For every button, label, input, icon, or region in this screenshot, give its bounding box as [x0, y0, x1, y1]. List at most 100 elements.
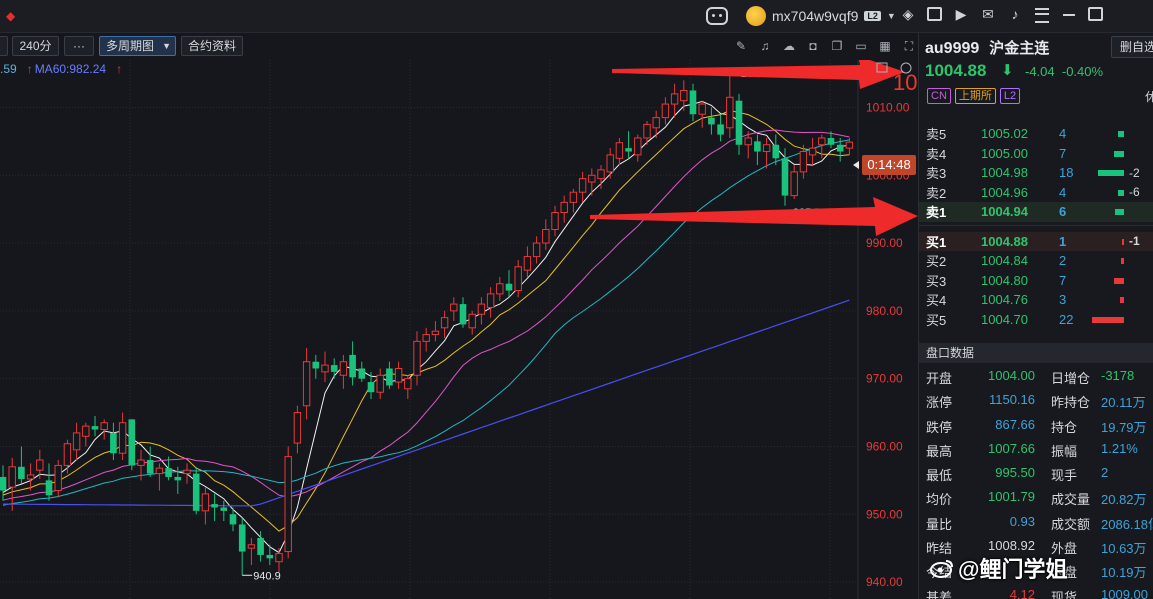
candle-body	[790, 171, 798, 197]
symbol-name: 沪金主连	[989, 40, 1050, 57]
ask-row[interactable]: 卖1 1004.94 6	[919, 202, 1153, 222]
pencil-icon[interactable]: ✎	[733, 38, 749, 54]
candle-body	[477, 303, 486, 315]
order-book-qty: 2	[1059, 253, 1067, 269]
stat-label: 现货	[1051, 589, 1078, 599]
candle-body	[542, 228, 550, 244]
assistant-robot-icon[interactable]	[706, 7, 728, 25]
multi-period-button[interactable]: 多周期图 ▼	[99, 36, 176, 56]
ask-row[interactable]: 卖3 1004.98 18 -2	[919, 163, 1153, 183]
stat-value: 995.50	[995, 465, 1035, 481]
stat-label: 最低	[926, 468, 953, 484]
order-book-qty: 18	[1059, 165, 1074, 181]
bid-row[interactable]: 买2 1004.84 2	[919, 251, 1153, 271]
alert-bell-icon[interactable]: ♫	[757, 38, 773, 54]
candle-body	[257, 537, 264, 555]
menu-icon[interactable]	[1034, 6, 1050, 23]
stat-value: 10.63万	[1101, 541, 1147, 557]
order-book-delta: -2	[1129, 165, 1140, 180]
candle-body	[514, 266, 522, 292]
order-book-qty: 1	[1059, 233, 1067, 249]
message-icon[interactable]: ✉	[980, 6, 996, 22]
current-price-pointer-icon	[853, 161, 859, 169]
volume-bar	[1092, 316, 1124, 323]
candle-body	[238, 524, 246, 552]
order-book-price: 1004.84	[981, 253, 1028, 269]
candle-body	[634, 137, 642, 156]
stats-row: 涨停 1150.16 昨持仓 20.11万	[919, 388, 1153, 412]
up-arrow-icon: ↑	[26, 62, 33, 76]
prev-period-button[interactable]	[0, 36, 8, 56]
volume-bar	[1120, 297, 1124, 303]
candle-body	[754, 141, 761, 152]
candle-body	[376, 374, 384, 393]
stat-label: 成交额	[1051, 516, 1091, 532]
stat-value: 2	[1101, 465, 1109, 481]
fullscreen-icon[interactable]: ⛶	[901, 38, 917, 54]
chart-tools: ✎ ♫ ☁ ◘ ❐ ▭ ▦ ⛶ »	[733, 38, 941, 54]
change-value: -4.04	[1025, 64, 1055, 79]
restore-icon[interactable]	[1088, 7, 1103, 21]
stat-value: -3178	[1101, 368, 1135, 383]
copy-icon[interactable]: ❐	[829, 38, 845, 54]
order-book-qty: 7	[1059, 272, 1067, 288]
ma60-value: MA60:982.24	[34, 62, 107, 76]
monitor-icon[interactable]: ▭	[853, 38, 869, 54]
minimize-icon[interactable]	[1061, 6, 1077, 22]
low-price-label: 940.9	[253, 570, 281, 582]
chevron-down-icon[interactable]: ▼	[887, 11, 896, 21]
app-logo-icon: ◆	[6, 9, 16, 23]
stat-label: 昨结	[926, 541, 953, 557]
bid-row[interactable]: 买4 1004.76 3	[919, 290, 1153, 310]
contract-info-button[interactable]: 合约资料	[181, 36, 243, 56]
ask-row[interactable]: 卖5 1005.02 4	[919, 124, 1153, 144]
countdown-badge: 0:14:48	[862, 155, 916, 175]
stats-row: 基差 4.12 现货 1009.00	[919, 583, 1153, 599]
remove-favorite-button[interactable]: 删自选	[1111, 36, 1153, 58]
expand-window-icon[interactable]	[927, 7, 942, 21]
bell-icon[interactable]: ♪	[1007, 6, 1023, 22]
y-tick-label: 960.00	[866, 439, 903, 453]
stat-value: 2086.18亿	[1101, 516, 1153, 532]
candle-body	[211, 504, 218, 508]
ask-row[interactable]: 卖2 1004.96 4 -6	[919, 183, 1153, 203]
candle-body	[661, 103, 670, 119]
grid-icon[interactable]: ▦	[877, 38, 893, 54]
candle-body	[45, 480, 53, 496]
order-book-price: 1005.00	[981, 145, 1028, 161]
candle-body	[717, 124, 724, 135]
symbol-code: au9999	[925, 40, 980, 57]
period-button[interactable]: 240分	[12, 36, 59, 56]
candle-body	[174, 476, 182, 481]
price-change: -4.04 -0.40%	[1025, 64, 1103, 79]
candle-body	[266, 554, 274, 559]
stat-label: 开盘	[926, 371, 953, 386]
avatar[interactable]	[746, 6, 766, 26]
username[interactable]: mx704w9vqf9	[772, 8, 858, 24]
y-tick-label: 990.00	[866, 236, 903, 250]
stats-row: 均价 1001.79 成交量 20.82万	[919, 485, 1153, 509]
candle-body	[275, 553, 283, 563]
candle-body	[36, 459, 44, 471]
layers-icon[interactable]: ◈	[900, 6, 916, 22]
candle-body	[183, 469, 191, 475]
candle-body	[220, 507, 228, 511]
cloud-icon[interactable]: ☁	[781, 38, 797, 54]
candlestick-chart[interactable]: 940.00950.00960.00970.00980.00990.001000…	[0, 60, 918, 599]
chart-toolbar: 240分 ··· 多周期图 ▼ 合约资料 ✎ ♫ ☁ ◘ ❐ ▭ ▦ ⛶ »	[0, 33, 936, 59]
candle-body	[772, 144, 780, 159]
bid-row[interactable]: 买5 1004.70 22	[919, 310, 1153, 330]
more-button[interactable]: ···	[64, 36, 94, 56]
order-book-label: 卖1	[926, 205, 947, 221]
order-book-price: 1004.88	[981, 233, 1028, 249]
bid-row[interactable]: 买3 1004.80 7	[919, 271, 1153, 291]
camera-icon[interactable]: ◘	[805, 38, 821, 54]
candle-body	[18, 466, 25, 479]
video-icon[interactable]: ▶	[953, 6, 969, 22]
bid-row[interactable]: 买1 1004.88 1 -1	[919, 231, 1153, 251]
candle-body	[532, 242, 541, 258]
y-tick-label: 970.00	[866, 372, 903, 386]
stats-row: 量比 0.93 成交额 2086.18亿	[919, 510, 1153, 534]
user-menu[interactable]: mx704w9vqf9 L2 ▼	[706, 5, 896, 27]
ask-row[interactable]: 卖4 1005.00 7	[919, 144, 1153, 164]
